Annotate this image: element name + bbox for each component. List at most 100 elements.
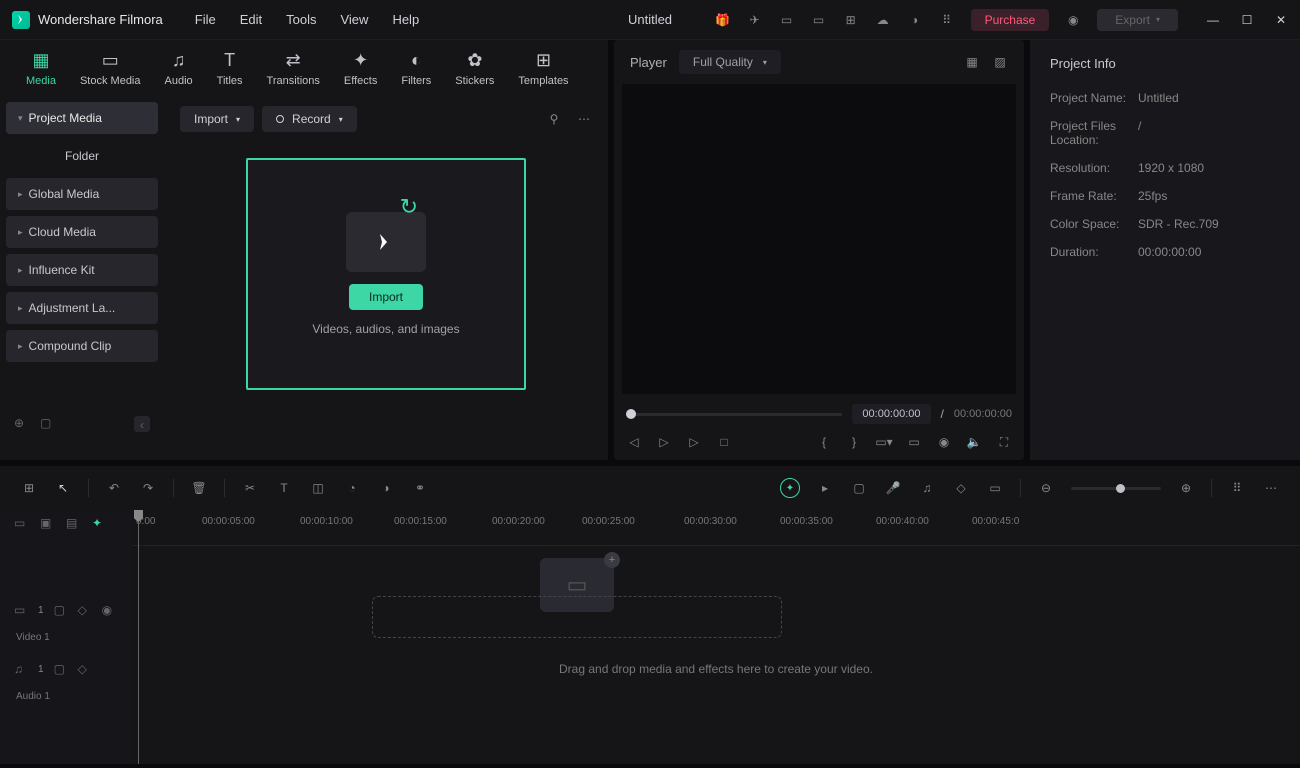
- track-camera-icon[interactable]: ▣: [40, 516, 54, 530]
- sidebar-global-media[interactable]: ▸Global Media: [6, 178, 158, 210]
- purchase-button[interactable]: Purchase: [971, 9, 1050, 31]
- mic-icon[interactable]: 🎤: [884, 479, 902, 497]
- avatar-icon[interactable]: ◉: [1065, 12, 1081, 28]
- menu-help[interactable]: Help: [392, 12, 419, 27]
- menu-tools[interactable]: Tools: [286, 12, 316, 27]
- filter-icon[interactable]: ⚲: [546, 111, 562, 127]
- music-icon[interactable]: ♫: [918, 479, 936, 497]
- menu-file[interactable]: File: [195, 12, 216, 27]
- import-button[interactable]: Import: [349, 284, 423, 310]
- marker-icon[interactable]: ◇: [952, 479, 970, 497]
- undo-icon[interactable]: ↶: [105, 479, 123, 497]
- snapshot-icon[interactable]: ◉: [936, 434, 952, 450]
- prev-frame-icon[interactable]: ◁: [626, 434, 642, 450]
- tab-transitions[interactable]: ⇄Transitions: [261, 48, 326, 89]
- timeline-drop-area[interactable]: [372, 596, 782, 638]
- color-icon[interactable]: ◑: [377, 479, 395, 497]
- mute-icon[interactable]: ◇: [78, 603, 92, 617]
- track-layer-icon[interactable]: ▤: [66, 516, 80, 530]
- new-folder-icon[interactable]: ⊕: [14, 416, 30, 432]
- timeline-tracks[interactable]: 0:00 00:00:05:00 00:00:10:00 00:00:15:00…: [132, 510, 1300, 764]
- lock-icon[interactable]: ▢: [54, 603, 68, 617]
- zoom-thumb[interactable]: [1116, 484, 1125, 493]
- import-drop-zone[interactable]: ↻ Import Videos, audios, and images: [246, 158, 526, 390]
- tab-templates[interactable]: ⊞Templates: [512, 48, 574, 89]
- record-dropdown[interactable]: Record▾: [262, 106, 357, 132]
- view-icon[interactable]: ⠿: [1228, 479, 1246, 497]
- scrubber[interactable]: 00:00:00:00 / 00:00:00:00: [626, 404, 1012, 424]
- tab-media[interactable]: ▦Media: [20, 48, 62, 89]
- zoom-slider[interactable]: [1071, 487, 1161, 490]
- zoom-out-icon[interactable]: ⊖: [1037, 479, 1055, 497]
- menu-view[interactable]: View: [340, 12, 368, 27]
- scrubber-thumb[interactable]: [626, 409, 636, 419]
- link-icon[interactable]: ⚭: [411, 479, 429, 497]
- visible-icon[interactable]: ◉: [102, 603, 116, 617]
- ratio-icon[interactable]: ▭▾: [876, 434, 892, 450]
- delete-icon[interactable]: 🗑: [190, 479, 208, 497]
- sidebar-cloud-media[interactable]: ▸Cloud Media: [6, 216, 158, 248]
- monitor-icon[interactable]: ▭: [811, 12, 827, 28]
- display-icon[interactable]: ▭: [906, 434, 922, 450]
- layout-icon[interactable]: ⊞: [20, 479, 38, 497]
- ai-icon[interactable]: ✦: [780, 478, 800, 498]
- sidebar-influence-kit[interactable]: ▸Influence Kit: [6, 254, 158, 286]
- sidebar-folder[interactable]: Folder: [6, 140, 158, 172]
- fullscreen-icon[interactable]: ⛶: [996, 434, 1012, 450]
- sidebar-compound-clip[interactable]: ▸Compound Clip: [6, 330, 158, 362]
- tab-filters[interactable]: ◐Filters: [395, 48, 437, 89]
- shield-icon[interactable]: ▢: [850, 479, 868, 497]
- play-icon[interactable]: ▷: [686, 434, 702, 450]
- tab-titles[interactable]: TTitles: [211, 48, 249, 89]
- lock-icon[interactable]: ▢: [54, 662, 68, 676]
- mark-out-icon[interactable]: }: [846, 434, 862, 450]
- crop-icon[interactable]: ◫: [309, 479, 327, 497]
- sidebar-project-media[interactable]: ▾Project Media: [6, 102, 158, 134]
- send-icon[interactable]: ✈: [747, 12, 763, 28]
- save-icon[interactable]: ▭: [779, 12, 795, 28]
- quality-dropdown[interactable]: Full Quality▾: [679, 50, 781, 74]
- text-icon[interactable]: T: [275, 479, 293, 497]
- split-icon[interactable]: ✂: [241, 479, 259, 497]
- tab-audio[interactable]: ♫Audio: [159, 48, 199, 89]
- preview-viewport[interactable]: [622, 84, 1016, 394]
- stop-icon[interactable]: □: [716, 434, 732, 450]
- zoom-in-icon[interactable]: ⊕: [1177, 479, 1195, 497]
- video-track-header[interactable]: ▭1 ▢ ◇ ◉: [0, 584, 132, 636]
- close-button[interactable]: ✕: [1274, 13, 1288, 27]
- tab-stock-media[interactable]: ▭Stock Media: [74, 48, 147, 89]
- speed-icon[interactable]: ◔: [343, 479, 361, 497]
- track-toggle-icon[interactable]: ▭: [14, 516, 28, 530]
- timeline-ruler[interactable]: 0:00 00:00:05:00 00:00:10:00 00:00:15:00…: [132, 510, 1300, 546]
- keyframe-icon[interactable]: ▭: [986, 479, 1004, 497]
- collapse-icon[interactable]: ‹: [134, 416, 150, 432]
- track-ai-icon[interactable]: ✦: [92, 516, 106, 530]
- sidebar-adjustment-layer[interactable]: ▸Adjustment La...: [6, 292, 158, 324]
- audio-track-header[interactable]: ♫1 ▢ ◇: [0, 643, 132, 695]
- apps-icon[interactable]: ⠿: [939, 12, 955, 28]
- redo-icon[interactable]: ↷: [139, 479, 157, 497]
- more-icon[interactable]: ⋯: [576, 111, 592, 127]
- menu-edit[interactable]: Edit: [240, 12, 262, 27]
- import-dropdown[interactable]: Import▾: [180, 106, 254, 132]
- scrubber-track[interactable]: [626, 413, 842, 416]
- volume-icon[interactable]: 🔈: [966, 434, 982, 450]
- cloud-icon[interactable]: ☁: [875, 12, 891, 28]
- cursor-icon[interactable]: ↖: [54, 479, 72, 497]
- minimize-button[interactable]: —: [1206, 13, 1220, 27]
- tab-stickers[interactable]: ✿Stickers: [449, 48, 500, 89]
- export-button[interactable]: Export ▾: [1097, 9, 1178, 31]
- playhead[interactable]: [138, 510, 139, 764]
- mark-in-icon[interactable]: {: [816, 434, 832, 450]
- grid-icon[interactable]: ⊞: [843, 12, 859, 28]
- tab-effects[interactable]: ✦Effects: [338, 48, 383, 89]
- gift-icon[interactable]: 🎁: [715, 12, 731, 28]
- picture-icon[interactable]: ▨: [992, 54, 1008, 70]
- mute-icon[interactable]: ◇: [78, 662, 92, 676]
- play-icon[interactable]: ▸: [816, 479, 834, 497]
- maximize-button[interactable]: ☐: [1240, 13, 1254, 27]
- headphone-icon[interactable]: ◑: [907, 12, 923, 28]
- settings-icon[interactable]: ⋯: [1262, 479, 1280, 497]
- compare-icon[interactable]: ▦: [964, 54, 980, 70]
- play-back-icon[interactable]: ▷: [656, 434, 672, 450]
